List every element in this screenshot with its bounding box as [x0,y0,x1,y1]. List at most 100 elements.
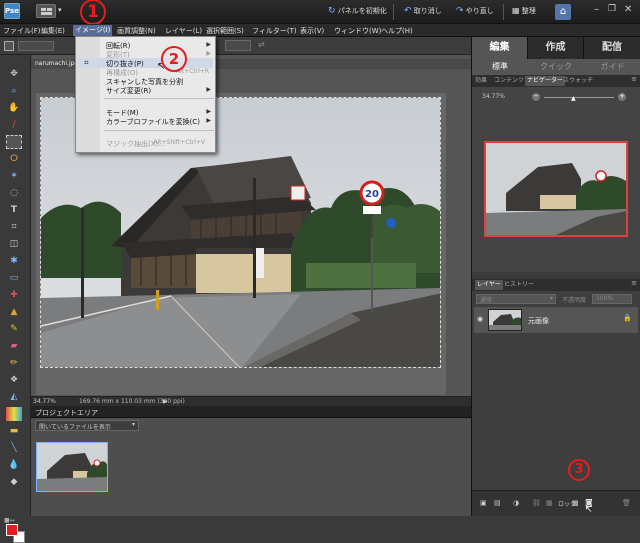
default-colors-icon[interactable]: ■↔ [4,517,15,524]
tab-swatches[interactable]: スウォッチ [563,76,593,86]
tab-navigator[interactable]: ナビゲーター [525,76,566,86]
magic-wand-tool-icon[interactable]: ✶ [6,169,22,183]
new-group-icon[interactable]: ▤ [494,499,501,507]
document-tab-label: narumachi.jpg [35,60,79,67]
brush-tool-icon[interactable]: ✏ [6,356,22,370]
status-menu-arrow-icon[interactable]: ▶ [163,398,168,405]
restore-icon[interactable]: ❐ [608,4,616,14]
shape-tool-icon[interactable]: ▬ [6,424,22,438]
speed-sign-text: 20 [365,189,379,200]
foreground-color-swatch[interactable] [6,524,18,536]
workspace-layout-icon[interactable] [36,4,56,18]
trash-icon[interactable]: 🗑 [622,499,631,507]
subtab-guided[interactable]: ガイド [584,59,640,75]
tab-share[interactable]: 配信 [584,37,640,59]
chevron-down-icon[interactable]: ▾ [58,6,62,14]
layer-row[interactable]: ◉ 元画像 🔒 [474,307,638,333]
opacity-input[interactable]: 100% [592,294,632,304]
close-icon[interactable]: ✕ [624,4,632,15]
zoom-readout[interactable]: 34.77% [33,398,56,405]
swap-icon[interactable]: ⇄ [258,40,265,49]
navigator-preview[interactable] [484,141,628,237]
gradient-tool-icon[interactable] [6,407,22,421]
hand-tool-icon[interactable]: ✋ [6,101,22,115]
subtab-full[interactable]: 標準 [472,59,528,75]
marquee-tool-icon[interactable] [6,135,22,149]
menu-item-convert-profile[interactable]: カラーブロファイルを変換(C) [106,117,200,127]
move-tool-icon[interactable]: ✥ [6,67,22,81]
cookie-cutter-tool-icon[interactable]: ◫ [6,237,22,251]
menu-item-crop-highlight[interactable] [78,58,213,68]
menu-view[interactable]: 表示(V) [300,26,324,36]
organizer-button[interactable]: ▦ 整理 [512,6,536,16]
slider-thumb[interactable]: ▲ [571,95,576,102]
project-thumbnail[interactable] [36,442,108,492]
lasso-tool-icon[interactable]: ⵔ [6,152,22,166]
menu-item-resize[interactable]: サイズ変更(R) [106,86,151,96]
menu-select[interactable]: 選択範囲(S) [206,26,244,36]
redo-button[interactable]: ↷ やり直し [456,6,494,16]
link-icon[interactable]: ⛓ [532,499,541,507]
menu-separator [104,130,214,131]
thumbnail-image [37,443,107,491]
eraser-tool-icon[interactable]: ▰ [6,339,22,353]
callout-3: 3 [568,459,590,481]
project-filter-select[interactable]: 開いているファイルを表示 ▾ [35,420,139,431]
navigator-zoom-slider[interactable] [544,97,614,98]
crop-tool-icon[interactable]: ⌗ [6,220,22,234]
blur-tool-icon[interactable]: 💧 [6,458,22,472]
tab-content[interactable]: コンテンツ [494,76,524,86]
spot-healing-tool-icon[interactable]: ✚ [6,288,22,302]
menu-image[interactable]: イメージ(I) [73,25,113,36]
sponge-tool-icon[interactable]: ◆ [6,475,22,489]
crop-icon: ⌗ [84,58,89,67]
menu-enhance[interactable]: 画質調整(N) [117,26,156,36]
lock-transparent-icon[interactable]: ▦ [546,499,553,507]
subtab-quick[interactable]: クイック [528,59,584,75]
tab-effects[interactable]: 効果 [475,76,487,86]
navigator-zoom[interactable]: 34.77% [482,93,505,100]
lock-all-icon[interactable]: ▩ [572,499,579,507]
panel-menu-icon[interactable]: ≡ [631,279,637,287]
smart-brush-tool-icon[interactable]: ❖ [6,373,22,387]
tab-create[interactable]: 作成 [528,37,584,59]
zoom-out-icon[interactable]: − [532,93,540,101]
pencil-tool-icon[interactable]: ✎ [6,322,22,336]
panel-menu-icon[interactable]: ≡ [631,75,637,83]
style-select[interactable] [225,40,251,51]
adjustment-layer-icon[interactable]: ◑ [513,499,519,507]
straighten-tool-icon[interactable]: ▭ [6,271,22,285]
undo-button[interactable]: ↶ 取り消し [404,6,442,16]
blend-mode-select[interactable]: 通常 ▾ [476,294,556,304]
submenu-arrow-icon: ▶ [206,108,211,115]
zoom-tool-icon[interactable]: ⌕ [6,84,22,98]
quick-select-tool-icon[interactable]: ◌ [6,186,22,200]
menu-edit[interactable]: 編集(E) [41,26,65,36]
magic-extractor-shortcut: Alt+Shift+Ctrl+V [153,139,205,146]
eye-icon[interactable]: ◉ [477,315,483,323]
tab-layers[interactable]: レイヤー [475,280,503,290]
home-icon[interactable]: ⌂ [555,4,571,20]
zoom-in-icon[interactable]: + [618,93,626,101]
menu-file[interactable]: ファイル(F) [3,26,41,36]
menu-help[interactable]: ヘルプ(H) [381,26,413,36]
minimize-icon[interactable]: – [594,4,599,15]
eyedropper-tool-icon[interactable]: / [6,118,22,132]
marquee-option-icon[interactable] [4,41,14,51]
type-tool-icon[interactable]: T [6,203,22,217]
new-layer-icon[interactable]: ▣ [480,499,487,507]
custom-shape-tool-icon[interactable]: ╲ [6,441,22,455]
red-eye-tool-icon[interactable]: ✱ [6,254,22,268]
menu-filter[interactable]: フィルター(T) [252,26,297,36]
submenu-arrow-icon: ▶ [206,117,211,124]
clone-stamp-tool-icon[interactable]: ▲ [6,305,22,319]
selection-mode-icons[interactable] [18,41,54,51]
paint-bucket-tool-icon[interactable]: ◭ [6,390,22,404]
menu-window[interactable]: ウィンドウ(W) [334,26,381,36]
menu-layer[interactable]: レイヤー(L) [165,26,202,36]
tab-edit[interactable]: 編集 [472,37,528,59]
layers-toolbar: ▣ ▤ ◑ ⛓ ▦ ロック ▩ ◙ ↖ 🗑 [472,490,640,516]
tab-history[interactable]: ヒストリー [504,280,534,290]
reset-panels-button[interactable]: ↻ パネルを初期化 [328,6,387,16]
organizer-label: 整理 [521,7,536,15]
